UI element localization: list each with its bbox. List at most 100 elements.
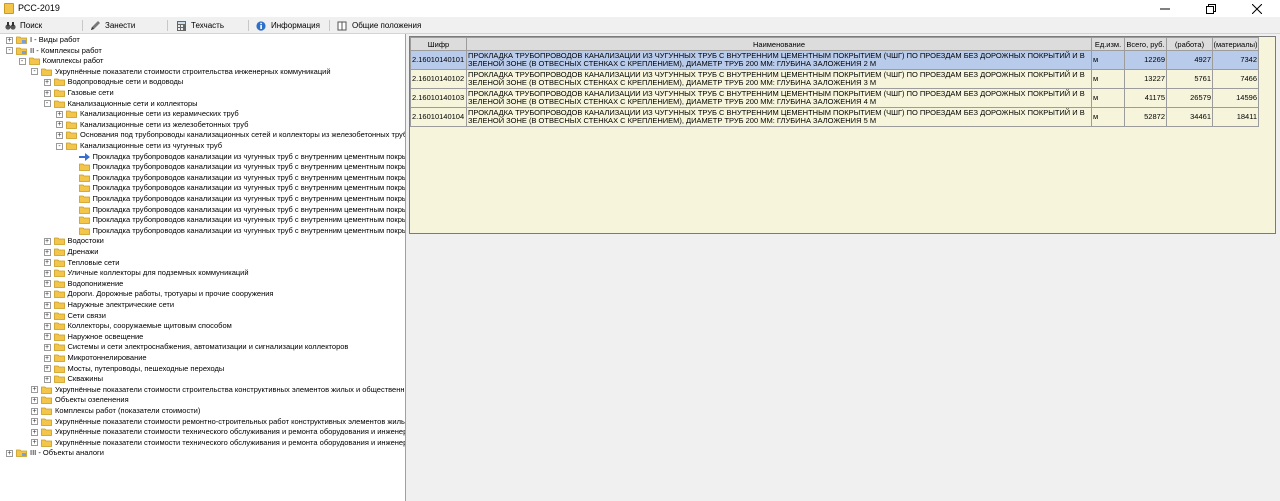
tree-node[interactable]: Прокладка трубопроводов канализации из ч… [0, 215, 405, 226]
tree-node-label: Прокладка трубопроводов канализации из ч… [92, 162, 406, 172]
general-provisions-button[interactable]: Общие положения [337, 19, 421, 32]
expand-icon[interactable]: + [43, 301, 51, 309]
tree-node[interactable]: + Коллекторы, сооружаемые щитовым способо… [0, 321, 405, 332]
tree-node[interactable]: Прокладка трубопроводов канализации из ч… [0, 205, 405, 216]
tree-node-label: Прокладка трубопроводов канализации из ч… [92, 194, 406, 203]
tree-node[interactable]: + Мосты, путепроводы, пешеходные переходы [0, 364, 405, 375]
title-bar: РСС-2019 [0, 0, 1280, 17]
table-row[interactable]: 2.16010140102 ПРОКЛАДКА ТРУБОПРОВОДОВ КАН… [410, 69, 1259, 89]
add-button[interactable]: Занести [90, 19, 135, 32]
collapse-icon[interactable]: - [6, 47, 13, 55]
column-header[interactable]: (материалы) [1212, 37, 1259, 51]
minimize-button[interactable] [1142, 0, 1188, 17]
tree-node[interactable]: + Водопонижение [0, 279, 405, 290]
expand-icon[interactable]: + [31, 396, 38, 404]
expand-icon[interactable]: + [43, 89, 51, 97]
tree-node[interactable]: + Дороги. Дорожные работы, тротуары и про… [0, 289, 405, 300]
restore-button[interactable] [1188, 0, 1234, 17]
tree-node[interactable]: + Сети связи [0, 311, 405, 322]
expand-icon[interactable]: + [31, 428, 38, 436]
expand-icon[interactable]: + [43, 375, 51, 383]
expand-icon[interactable]: + [43, 237, 51, 245]
close-button[interactable] [1234, 0, 1280, 17]
tree-node[interactable]: - Канализационные сети и коллекторы [0, 99, 405, 110]
tree-node[interactable]: + I - Виды работ [0, 35, 405, 46]
cell-total: 41175 [1124, 88, 1167, 108]
tree-node[interactable]: + Канализационные сети из керамических тр… [0, 109, 405, 120]
tree-node[interactable]: + Наружное освещение [0, 332, 405, 343]
collapse-icon[interactable]: - [43, 100, 51, 108]
tree-node[interactable]: + Наружные электрические сети [0, 300, 405, 311]
column-header[interactable]: Наименование [466, 37, 1092, 51]
expand-icon[interactable]: + [43, 312, 51, 320]
tree-node[interactable]: + Объекты озеленения [0, 395, 405, 406]
tree-node[interactable]: - II - Комплексы работ [0, 46, 405, 57]
column-header[interactable]: (работа) [1166, 37, 1213, 51]
cell-name: ПРОКЛАДКА ТРУБОПРОВОДОВ КАНАЛИЗАЦИИ ИЗ Ч… [466, 88, 1092, 108]
expand-icon[interactable]: + [56, 121, 63, 129]
table-row[interactable]: 2.16010140101 ПРОКЛАДКА ТРУБОПРОВОДОВ КАН… [410, 50, 1259, 70]
expand-icon[interactable]: + [43, 322, 51, 330]
expand-icon[interactable]: + [6, 449, 13, 457]
tree-node[interactable]: + Комплексы работ (показатели стоимости) [0, 406, 405, 417]
column-header[interactable]: Ед.изм. [1091, 37, 1125, 51]
general-provisions-button-label: Общие положения [352, 21, 422, 30]
expand-icon[interactable]: + [31, 386, 38, 394]
tree-node[interactable]: + Водостоки [0, 236, 405, 247]
expand-icon[interactable]: + [43, 365, 51, 373]
window-controls [1142, 0, 1280, 17]
tree-node[interactable]: + Скважины [0, 374, 405, 385]
tree-node[interactable]: Прокладка трубопроводов канализации из ч… [0, 183, 405, 194]
expand-icon[interactable]: + [31, 407, 38, 415]
tree-node[interactable]: + Канализационные сети из железобетонных … [0, 120, 405, 131]
tree-node[interactable]: + Газовые сети [0, 88, 405, 99]
tree-node[interactable]: - Канализационные сети из чугунных труб [0, 141, 405, 152]
search-button[interactable]: Поиск [5, 19, 42, 32]
tree-node[interactable]: + III - Объекты аналоги [0, 448, 405, 459]
tree-node[interactable]: - Укрупнённые показатели стоимости строит… [0, 67, 405, 78]
table-row[interactable]: 2.16010140104 ПРОКЛАДКА ТРУБОПРОВОДОВ КАН… [410, 107, 1259, 127]
tree-node[interactable]: + Дренажи [0, 247, 405, 258]
expand-icon[interactable]: + [43, 78, 51, 86]
tree-node[interactable]: + Системы и сети электроснабжения, автома… [0, 342, 405, 353]
tech-part-button[interactable]: Техчасть [176, 19, 224, 32]
tree-node[interactable]: + Укрупнённые показатели стоимости ремонт… [0, 417, 405, 428]
column-header[interactable]: Всего, руб. [1124, 37, 1167, 51]
tree-node[interactable]: Прокладка трубопроводов канализации из ч… [0, 194, 406, 205]
table-row[interactable]: 2.16010140103 ПРОКЛАДКА ТРУБОПРОВОДОВ КАН… [410, 88, 1259, 108]
expand-icon[interactable]: + [43, 259, 51, 267]
tree-node[interactable]: Прокладка трубопроводов канализации из ч… [0, 162, 406, 173]
expand-icon[interactable]: + [43, 280, 51, 288]
tree-view[interactable]: + I - Виды работ - II - Комплексы работ - Ком… [0, 34, 406, 501]
expand-icon[interactable]: + [43, 343, 51, 351]
tree-node[interactable]: Прокладка трубопроводов канализации из ч… [0, 173, 405, 184]
tree-node[interactable]: + Микротоннелирование [0, 353, 405, 364]
collapse-icon[interactable]: - [56, 142, 63, 150]
tree-node[interactable]: + Водопроводные сети и водоводы [0, 77, 405, 88]
expand-icon[interactable]: + [43, 290, 51, 298]
expand-icon[interactable]: + [6, 36, 13, 44]
tree-node[interactable]: + Тепловые сети [0, 258, 405, 269]
folder-icon [53, 322, 65, 331]
tree-node[interactable]: + Уличные коллекторы для подземных коммун… [0, 268, 405, 279]
collapse-icon[interactable]: - [18, 57, 26, 65]
tree-node-label: Укрупнённые показатели стоимости техниче… [55, 427, 406, 437]
expand-icon[interactable]: + [43, 269, 51, 277]
expand-icon[interactable]: + [31, 418, 38, 426]
tree-node[interactable]: - Комплексы работ [0, 56, 405, 67]
tree-node[interactable]: + Укрупнённые показатели стоимости технич… [0, 427, 406, 438]
expand-icon[interactable]: + [56, 110, 63, 118]
info-button[interactable]: Информация [256, 19, 320, 32]
expand-icon[interactable]: + [43, 354, 51, 362]
expand-icon[interactable]: + [43, 248, 51, 256]
tree-node[interactable]: Прокладка трубопроводов канализации из ч… [0, 152, 405, 163]
tree-node[interactable]: Прокладка трубопроводов канализации из ч… [0, 226, 405, 237]
tree-node[interactable]: + Основания под трубопроводы канализацион… [0, 130, 405, 141]
expand-icon[interactable]: + [31, 439, 38, 447]
expand-icon[interactable]: + [43, 333, 51, 341]
tree-node[interactable]: + Укрупнённые показатели стоимости технич… [0, 438, 405, 449]
tree-node[interactable]: + Укрупнённые показатели стоимости строит… [0, 385, 405, 396]
expand-icon[interactable]: + [56, 131, 63, 139]
collapse-icon[interactable]: - [31, 68, 38, 76]
column-header[interactable]: Шифр [410, 37, 467, 51]
